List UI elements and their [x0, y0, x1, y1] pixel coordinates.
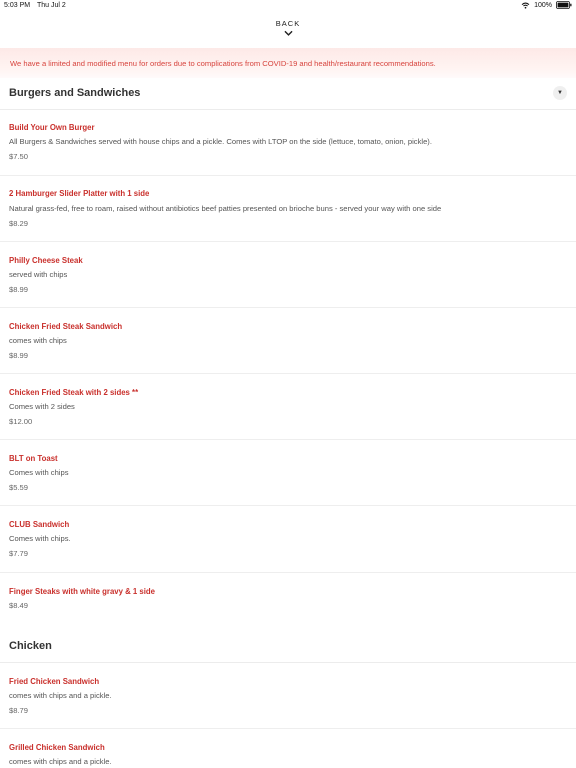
item-name: Fried Chicken Sandwich — [9, 677, 100, 686]
item-name: Philly Cheese Steak — [9, 256, 83, 265]
status-time: 5:03 PM — [4, 2, 31, 9]
item-description: Comes with chips — [9, 468, 69, 477]
menu-item[interactable]: Chicken Fried Steak with 2 sides ** Come… — [0, 374, 576, 440]
item-name: Grilled Chicken Sandwich — [9, 743, 105, 752]
item-name: Build Your Own Burger — [9, 123, 95, 132]
item-description: Comes with 2 sides — [9, 402, 75, 411]
status-bar: 5:03 PM Thu Jul 2 100% — [0, 0, 576, 14]
item-price: $7.79 — [9, 549, 29, 558]
back-label: BACK — [275, 19, 301, 28]
item-name: Finger Steaks with white gravy & 1 side — [9, 587, 156, 596]
item-price: $8.99 — [9, 285, 29, 294]
status-indicators: 100% — [521, 1, 572, 9]
item-description: comes with chips and a pickle. — [9, 757, 112, 766]
section-title: Chicken — [9, 640, 52, 652]
section-header-chicken[interactable]: Chicken — [0, 631, 576, 663]
item-name: CLUB Sandwich — [9, 520, 70, 529]
menu-item[interactable]: Grilled Chicken Sandwich comes with chip… — [0, 729, 576, 768]
chevron-down-icon — [284, 30, 292, 36]
item-name: Chicken Fried Steak with 2 sides ** — [9, 388, 139, 397]
item-description: comes with chips and a pickle. — [9, 691, 112, 700]
menu-item[interactable]: CLUB Sandwich Comes with chips. $7.79 — [0, 506, 576, 573]
item-description: All Burgers & Sandwiches served with hou… — [9, 137, 432, 146]
item-price: $8.79 — [9, 706, 29, 715]
menu-item[interactable]: Finger Steaks with white gravy & 1 side … — [0, 573, 576, 629]
item-name: 2 Hamburger Slider Platter with 1 side — [9, 189, 150, 198]
caret-down-icon: ▼ — [557, 90, 563, 96]
menu-item[interactable]: Build Your Own Burger All Burgers & Sand… — [0, 110, 576, 176]
item-price: $8.49 — [9, 601, 29, 610]
collapse-button[interactable]: ▼ — [553, 86, 567, 100]
notice-banner: We have a limited and modified menu for … — [0, 48, 576, 78]
item-description: comes with chips — [9, 336, 67, 345]
notice-text: We have a limited and modified menu for … — [10, 59, 436, 68]
battery-percent: 100% — [534, 1, 552, 9]
item-name: Chicken Fried Steak Sandwich — [9, 322, 123, 331]
item-price: $5.59 — [9, 483, 29, 492]
menu-item[interactable]: Fried Chicken Sandwich comes with chips … — [0, 663, 576, 729]
item-price: $12.00 — [9, 417, 33, 426]
back-button[interactable]: BACK — [0, 19, 576, 37]
item-price: $8.99 — [9, 351, 29, 360]
menu-item[interactable]: Chicken Fried Steak Sandwich comes with … — [0, 308, 576, 374]
section-title: Burgers and Sandwiches — [9, 87, 141, 99]
wifi-icon — [521, 2, 530, 9]
menu-item[interactable]: 2 Hamburger Slider Platter with 1 side N… — [0, 176, 576, 242]
item-price: $8.29 — [9, 219, 29, 228]
menu-item[interactable]: BLT on Toast Comes with chips $5.59 — [0, 440, 576, 506]
item-price: $7.50 — [9, 152, 29, 161]
item-name: BLT on Toast — [9, 454, 58, 463]
section-header-burgers[interactable]: Burgers and Sandwiches ▼ — [0, 78, 576, 110]
item-description: served with chips — [9, 270, 68, 279]
item-description: Comes with chips. — [9, 534, 71, 543]
menu-item[interactable]: Philly Cheese Steak served with chips $8… — [0, 242, 576, 308]
item-description: Natural grass-fed, free to roam, raised … — [9, 204, 442, 213]
status-date: Thu Jul 2 — [37, 2, 66, 9]
battery-icon — [556, 1, 572, 9]
